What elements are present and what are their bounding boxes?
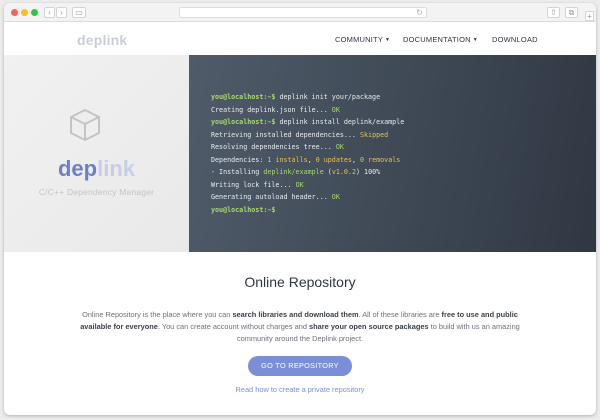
description-text: Online Repository is the place where you… <box>82 310 233 319</box>
terminal-text: Dependencies: <box>211 155 268 164</box>
terminal-text: 1 installs <box>267 155 308 164</box>
forward-icon[interactable]: › <box>56 7 67 18</box>
caret-down-icon: ▼ <box>385 37 391 43</box>
hero-logo-link: link <box>97 156 136 181</box>
back-icon[interactable]: ‹ <box>44 7 55 18</box>
terminal-demo: you@localhost:~$ deplink init your/packa… <box>189 55 596 252</box>
share-icon[interactable]: ⇧ <box>547 7 560 18</box>
terminal-text: deplink/example <box>263 168 324 176</box>
section-description: Online Repository is the place where you… <box>76 309 524 345</box>
private-repository-link[interactable]: Read how to create a private repository <box>4 385 596 394</box>
site-logo[interactable]: deplink <box>77 32 127 48</box>
description-text: . All of these libraries are <box>358 310 442 319</box>
terminal-text: ( <box>323 168 332 176</box>
sidebar-icon[interactable]: ▭ <box>72 7 86 18</box>
terminal-text: Retrieving installed dependencies... <box>211 130 360 139</box>
terminal-text: OK <box>331 193 340 201</box>
terminal-line: Creating deplink.json file... OK <box>211 104 596 117</box>
tabs-overview-icon[interactable]: ⧉ <box>565 7 578 18</box>
terminal-line: you@localhost:~$ <box>211 204 596 217</box>
terminal-line: Resolving dependencies tree... OK <box>211 141 596 154</box>
terminal-line: you@localhost:~$ deplink install deplink… <box>211 116 596 129</box>
reload-icon[interactable]: ↻ <box>416 8 423 18</box>
terminal-text: , <box>351 155 361 164</box>
nav-item-documentation[interactable]: DOCUMENTATION ▼ <box>403 35 478 44</box>
nav-item-community[interactable]: COMMUNITY ▼ <box>335 35 390 44</box>
terminal-line: Dependencies: 1 installs, 0 updates, 0 r… <box>211 154 596 167</box>
terminal-text: OK <box>331 105 340 114</box>
nav-item-label: COMMUNITY <box>335 35 384 44</box>
address-bar[interactable]: ↻ <box>179 7 427 18</box>
go-to-repository-button[interactable]: GO TO REPOSITORY <box>248 356 352 376</box>
terminal-text: Skipped <box>359 130 389 139</box>
nav-item-label: DOCUMENTATION <box>403 35 471 44</box>
minimize-window-button[interactable] <box>21 9 28 16</box>
terminal-text: - Installing <box>211 168 264 176</box>
caret-down-icon: ▼ <box>472 37 478 43</box>
hero-branding: deplink C/C++ Dependency Manager <box>4 55 189 252</box>
terminal-text: Writing lock file... <box>211 180 296 189</box>
terminal-text: Resolving dependencies tree... <box>211 143 336 151</box>
terminal-text: , <box>307 155 316 164</box>
close-window-button[interactable] <box>11 9 18 16</box>
terminal-text: Creating deplink.json file... <box>211 105 332 114</box>
hero-logo-dep: dep <box>57 156 98 181</box>
description-highlight: search libraries and download them <box>232 310 359 319</box>
terminal-line: Generating autoload header... OK <box>211 191 596 204</box>
terminal-text: Generating autoload header... <box>211 193 332 201</box>
zoom-window-button[interactable] <box>31 9 38 16</box>
description-text: . You can create account without charges… <box>157 322 310 331</box>
terminal-line: - Installing deplink/example (v1.0.2) 10… <box>211 166 596 179</box>
terminal-text: OK <box>335 143 344 151</box>
cube-icon <box>70 109 100 141</box>
terminal-prompt: you@localhost:~$ <box>211 118 276 126</box>
section-title: Online Repository <box>244 274 356 290</box>
description-highlight: share your open source packages <box>309 322 429 331</box>
terminal-line: Retrieving installed dependencies... Ski… <box>211 129 596 142</box>
browser-window: ‹ › ▭ ↻ ⇧ ⧉ + deplink COMMUNITY ▼ DOCUMEN… <box>4 3 596 415</box>
terminal-text: deplink install deplink/example <box>275 118 405 126</box>
nav-item-label: DOWNLOAD <box>492 35 538 44</box>
terminal-text: 0 removals <box>360 155 401 164</box>
terminal-line: you@localhost:~$ deplink init your/packa… <box>211 91 596 104</box>
nav-item-download[interactable]: DOWNLOAD <box>492 35 538 44</box>
terminal-prompt: you@localhost:~$ <box>211 93 276 101</box>
site-header: deplink COMMUNITY ▼ DOCUMENTATION ▼ DOWNLO… <box>4 23 596 55</box>
terminal-text: v1.0.2 <box>331 168 356 176</box>
terminal-text: 0 updates <box>315 155 352 164</box>
terminal-prompt: you@localhost:~$ <box>211 205 276 214</box>
terminal-text: OK <box>295 180 304 189</box>
hero-logo: deplink <box>4 156 189 182</box>
terminal-line: Writing lock file... OK <box>211 179 596 192</box>
terminal-text: deplink init your/package <box>275 93 381 101</box>
browser-toolbar: ‹ › ▭ ↻ ⇧ ⧉ + <box>4 3 596 22</box>
hero-subtitle: C/C++ Dependency Manager <box>38 187 155 197</box>
new-tab-icon[interactable]: + <box>585 11 594 21</box>
terminal-text: ) 100% <box>355 168 381 176</box>
